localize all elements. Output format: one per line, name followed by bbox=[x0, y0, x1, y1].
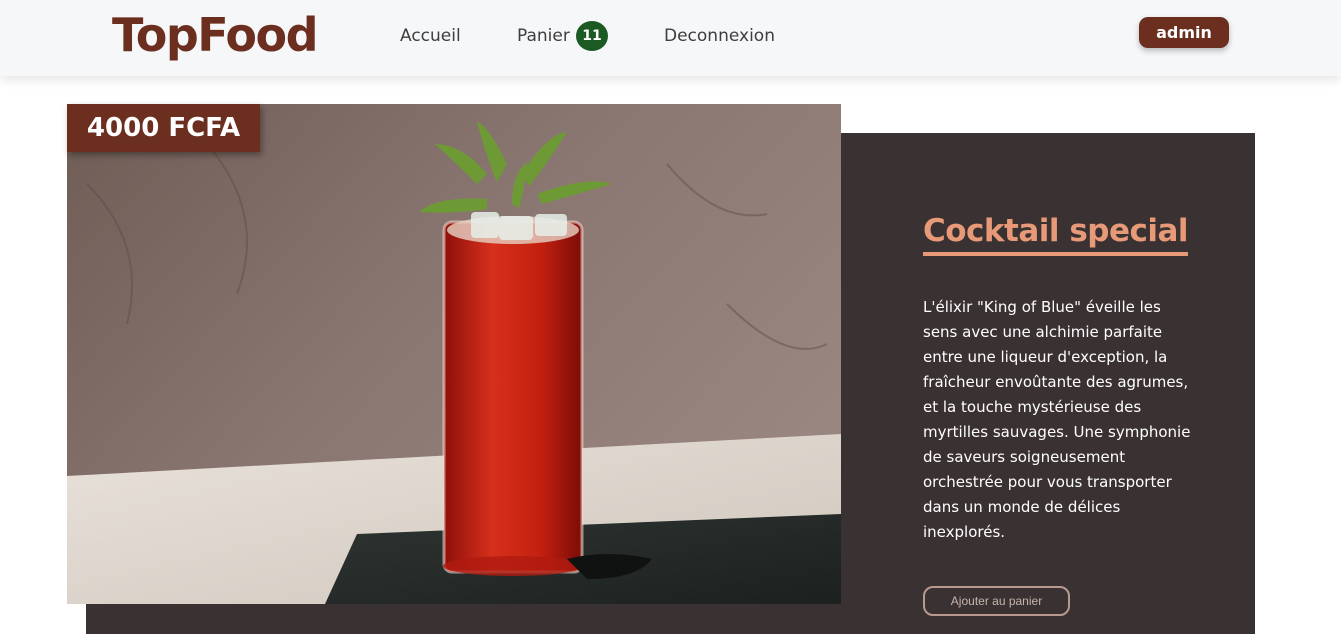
add-to-cart-button[interactable]: Ajouter au panier bbox=[923, 586, 1070, 616]
product-title: Cocktail special bbox=[923, 210, 1189, 256]
cart-count-badge[interactable]: 11 bbox=[576, 21, 608, 51]
cocktail-glass-image bbox=[67, 104, 841, 604]
top-navbar: TopFood Accueil Panier 11 Deconnexion ad… bbox=[0, 0, 1341, 76]
product-image bbox=[67, 104, 841, 604]
nav-link-logout[interactable]: Deconnexion bbox=[664, 25, 775, 47]
brand-logo[interactable]: TopFood bbox=[112, 6, 319, 64]
user-account-button[interactable]: admin bbox=[1139, 17, 1229, 48]
nav-link-cart[interactable]: Panier bbox=[517, 25, 570, 47]
nav-link-home[interactable]: Accueil bbox=[400, 25, 461, 47]
product-description: L'élixir "King of Blue" éveille les sens… bbox=[923, 298, 1191, 541]
price-tag: 4000 FCFA bbox=[67, 104, 260, 152]
